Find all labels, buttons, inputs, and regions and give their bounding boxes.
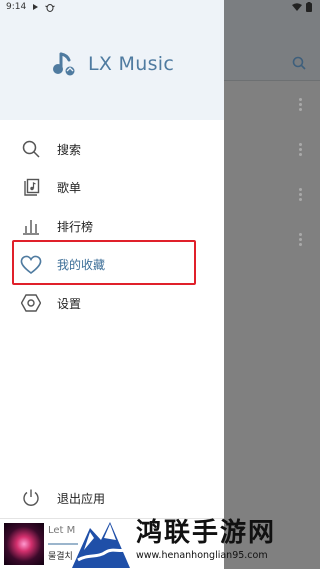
drawer-menu: 搜索 歌单 排行榜 我的收藏 设置 (0, 130, 224, 323)
more-icon (299, 231, 302, 248)
watermark: 鸿联手游网 www.henanhonglian95.com (70, 510, 320, 569)
menu-item-label: 搜索 (57, 142, 82, 157)
menu-item-label: 设置 (57, 296, 82, 311)
album-art[interactable] (4, 523, 44, 565)
more-icon (299, 186, 302, 203)
wifi-icon (292, 3, 302, 11)
drawer-header: LX Music (0, 0, 224, 120)
settings-icon (20, 292, 42, 314)
menu-item-label: 歌单 (57, 181, 82, 196)
navigation-drawer: LX Music 搜索 歌单 排行榜 我的收藏 设置 退出应用 (0, 0, 224, 569)
bug-icon (45, 3, 55, 12)
power-icon (20, 487, 42, 509)
menu-item-playlist[interactable]: 歌单 (0, 169, 224, 208)
exit-label: 退出应用 (57, 491, 106, 506)
playlist-icon (20, 177, 42, 199)
chart-icon (20, 215, 42, 237)
status-right (292, 2, 312, 12)
status-time: 9:14 (6, 2, 27, 12)
battery-icon (306, 2, 312, 12)
play-icon (33, 4, 39, 10)
more-icon (299, 96, 302, 113)
background-divider (224, 80, 320, 81)
annotation-highlight (12, 240, 196, 285)
app-name: LX Music (88, 53, 175, 75)
status-bar: 9:14 (0, 0, 230, 14)
more-icon (299, 141, 302, 158)
menu-item-search[interactable]: 搜索 (0, 130, 224, 169)
watermark-url: www.henanhonglian95.com (136, 550, 268, 561)
menu-item-settings[interactable]: 设置 (0, 284, 224, 323)
watermark-title: 鸿联手游网 (136, 518, 277, 548)
watermark-logo (72, 522, 130, 568)
watermark-text: 鸿联手游网 www.henanhonglian95.com (136, 518, 276, 561)
background-search-icon (292, 56, 306, 70)
music-note-icon (53, 52, 75, 76)
search-icon (20, 138, 42, 160)
exit-app-button[interactable]: 退出应用 (20, 487, 105, 509)
app-brand: LX Music (50, 50, 174, 78)
menu-item-label: 排行榜 (57, 219, 94, 234)
